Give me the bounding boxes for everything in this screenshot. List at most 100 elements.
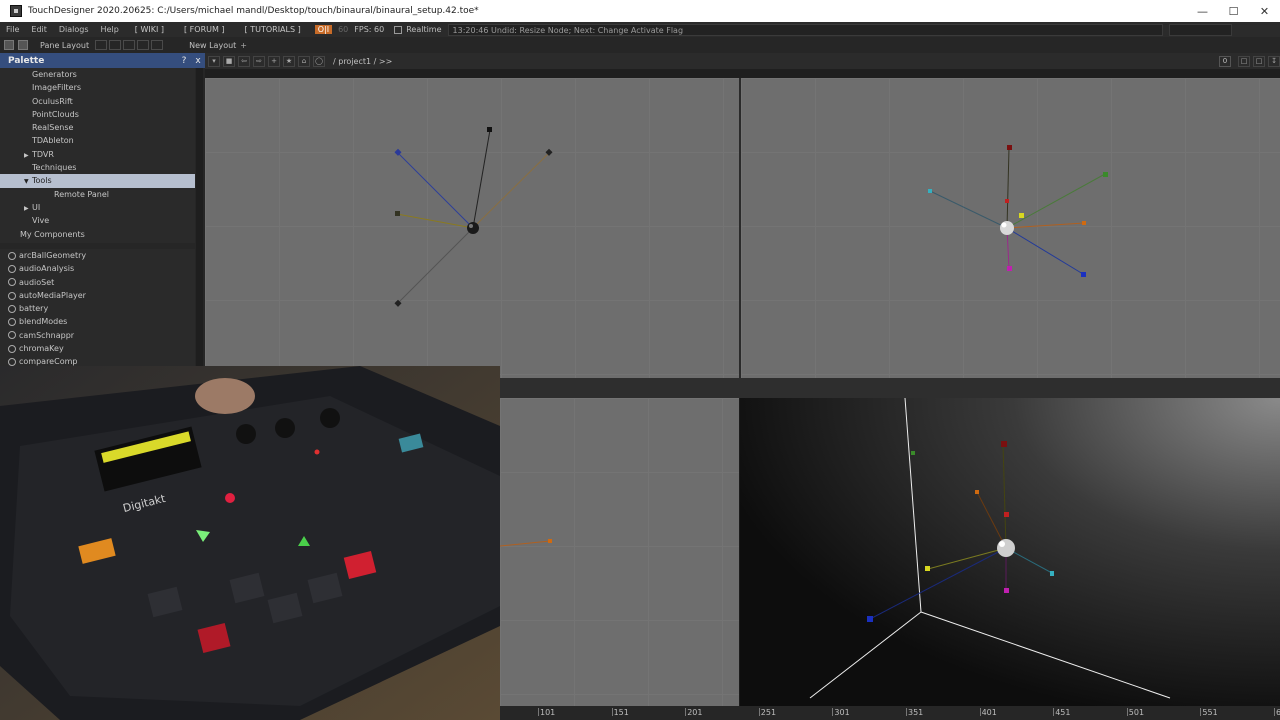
split-three-icon[interactable] <box>137 40 150 50</box>
maximize-pane-icon[interactable]: □ <box>1238 55 1250 67</box>
status-extra-field <box>1168 23 1232 36</box>
palette-tree-item[interactable]: My Components <box>0 228 195 241</box>
component-icon <box>8 331 16 340</box>
component-icon <box>8 291 16 300</box>
network-path[interactable]: / project1 / >> <box>333 57 392 66</box>
window-title: TouchDesigner 2020.20625: C:/Users/micha… <box>28 6 479 16</box>
palette-component-item[interactable]: chromaKey <box>0 342 195 355</box>
viewport-perspective[interactable] <box>740 398 1280 706</box>
palette-tree-item[interactable]: ImageFilters <box>0 81 195 94</box>
viewport-bottom-left[interactable] <box>500 398 739 706</box>
palette-tree-item[interactable]: ▶ TDVR <box>0 148 195 161</box>
palette-component-item[interactable]: battery <box>0 302 195 315</box>
close-icon[interactable]: ✕ <box>1249 0 1280 22</box>
menu-edit[interactable]: Edit <box>25 25 53 34</box>
palette-tree-label: PointClouds <box>32 109 79 119</box>
palette-tree-item[interactable]: PointClouds <box>0 108 195 121</box>
menu-file[interactable]: File <box>0 25 25 34</box>
realtime-checkbox[interactable] <box>394 25 403 34</box>
palette-panel: Palette ? x Generators ImageFilters Oculus… <box>0 53 205 366</box>
palette-component-item[interactable]: audioSet <box>0 276 195 289</box>
scene-perspective <box>809 398 1171 699</box>
forward-icon[interactable]: ⇨ <box>253 55 265 67</box>
palette-tree-label: TDVR <box>32 149 54 159</box>
maximize-icon[interactable]: ☐ <box>1218 0 1249 22</box>
viewport-top-right[interactable] <box>741 78 1280 378</box>
palette-tree-item[interactable]: ▼ Tools <box>0 174 195 188</box>
component-icon <box>8 264 16 273</box>
palette-tree-item[interactable]: TDAbleton <box>0 134 195 147</box>
eye-icon[interactable]: ◯ <box>313 55 325 67</box>
palette-component-item[interactable]: blendModes <box>0 315 195 328</box>
pane-layout-tab[interactable]: Pane Layout <box>36 41 93 50</box>
palette-tree-item[interactable]: Vive <box>0 214 195 227</box>
add-layout-button[interactable]: + <box>240 41 247 50</box>
palette-component-item[interactable]: camSchnappr <box>0 329 195 342</box>
timeline-tick-label: 351 <box>905 708 924 717</box>
expand-arrow-icon[interactable]: ▼ <box>24 175 32 188</box>
expand-arrow-icon[interactable]: ▶ <box>24 149 32 162</box>
viewport-divider-vertical[interactable] <box>739 78 741 378</box>
palette-tree-item[interactable]: Generators <box>0 68 195 81</box>
component-icon <box>8 278 16 287</box>
camera-overlay-image: Digitakt <box>0 366 500 720</box>
new-layout-tab[interactable]: New Layout <box>189 41 236 50</box>
fps-readout: FPS: 60 <box>354 25 385 34</box>
scene-bottom-left <box>500 539 552 547</box>
split-single-icon[interactable] <box>95 40 108 50</box>
layout-icon[interactable] <box>4 40 14 50</box>
palette-close-button[interactable]: x <box>191 56 205 66</box>
palette-tree-item[interactable]: ▶ UI <box>0 201 195 214</box>
lock-icon[interactable] <box>18 40 28 50</box>
palette-scrollbar[interactable] <box>196 68 203 366</box>
forum-link[interactable]: [ FORUM ] <box>178 25 231 34</box>
palette-component-item[interactable]: arcBallGeometry <box>0 249 195 262</box>
palette-tree-label: Remote Panel <box>54 189 109 199</box>
stop-icon[interactable]: ■ <box>223 55 235 67</box>
panel-count: 0 <box>1219 55 1231 67</box>
minimize-icon[interactable]: — <box>1187 0 1218 22</box>
home-icon[interactable]: ⌂ <box>298 55 310 67</box>
palette-component-item[interactable]: audioAnalysis <box>0 262 195 275</box>
app-icon <box>10 5 22 17</box>
perform-mode-button[interactable]: O|I <box>314 25 333 34</box>
menu-dialogs[interactable]: Dialogs <box>53 25 95 34</box>
add-icon[interactable]: + <box>268 55 280 67</box>
status-field: 13:20:46 Undid: Resize Node; Next: Chang… <box>447 23 1163 36</box>
wiki-link[interactable]: [ WIKI ] <box>129 25 170 34</box>
controller-photo: Digitakt <box>0 366 500 720</box>
layout-bar: Pane Layout New Layout + <box>0 37 1280 53</box>
split-four-icon[interactable] <box>151 40 164 50</box>
back-icon[interactable]: ⇦ <box>238 55 250 67</box>
expand-arrow-icon[interactable]: ▶ <box>24 202 32 215</box>
component-label: camSchnappr <box>19 330 75 340</box>
star-icon[interactable]: ★ <box>283 55 295 67</box>
palette-tree-label: My Components <box>20 229 85 239</box>
viewport-divider-horizontal[interactable] <box>500 378 1280 398</box>
palette-tree-item[interactable]: OculusRift <box>0 95 195 108</box>
palette-tree-item[interactable]: RealSense <box>0 121 195 134</box>
pane-menu-icon[interactable]: □ <box>1253 55 1265 67</box>
dropdown-icon[interactable]: ▾ <box>208 55 220 67</box>
timeline-tick-label: 401 <box>979 708 997 717</box>
palette-component-item[interactable]: autoMediaPlayer <box>0 289 195 302</box>
palette-help-button[interactable]: ? <box>177 56 191 66</box>
palette-tree-label: UI <box>32 202 41 212</box>
palette-tree-item[interactable]: Techniques <box>0 161 195 174</box>
palette-tree-item[interactable]: Remote Panel <box>0 188 195 201</box>
palette-tree-label: OculusRift <box>32 96 73 106</box>
tutorials-link[interactable]: [ TUTORIALS ] <box>239 25 307 34</box>
component-label: autoMediaPlayer <box>19 290 86 300</box>
palette-tree-label: TDAbleton <box>32 136 74 146</box>
timeline-ruler[interactable]: 101 151 201 251 301 351 401 451 501 551 600 <box>500 706 1280 720</box>
viewport-top-left[interactable] <box>205 78 739 378</box>
realtime-label: Realtime <box>406 25 442 34</box>
split-horizontal-icon[interactable] <box>123 40 136 50</box>
timeline-tick-label: 251 <box>758 708 777 717</box>
pin-icon[interactable]: ↧ <box>1268 55 1280 67</box>
palette-tree-label: Techniques <box>32 163 77 173</box>
fps-target: 60 <box>338 25 349 34</box>
component-label: audioAnalysis <box>19 264 75 274</box>
menu-help[interactable]: Help <box>95 25 125 34</box>
split-vertical-icon[interactable] <box>109 40 122 50</box>
